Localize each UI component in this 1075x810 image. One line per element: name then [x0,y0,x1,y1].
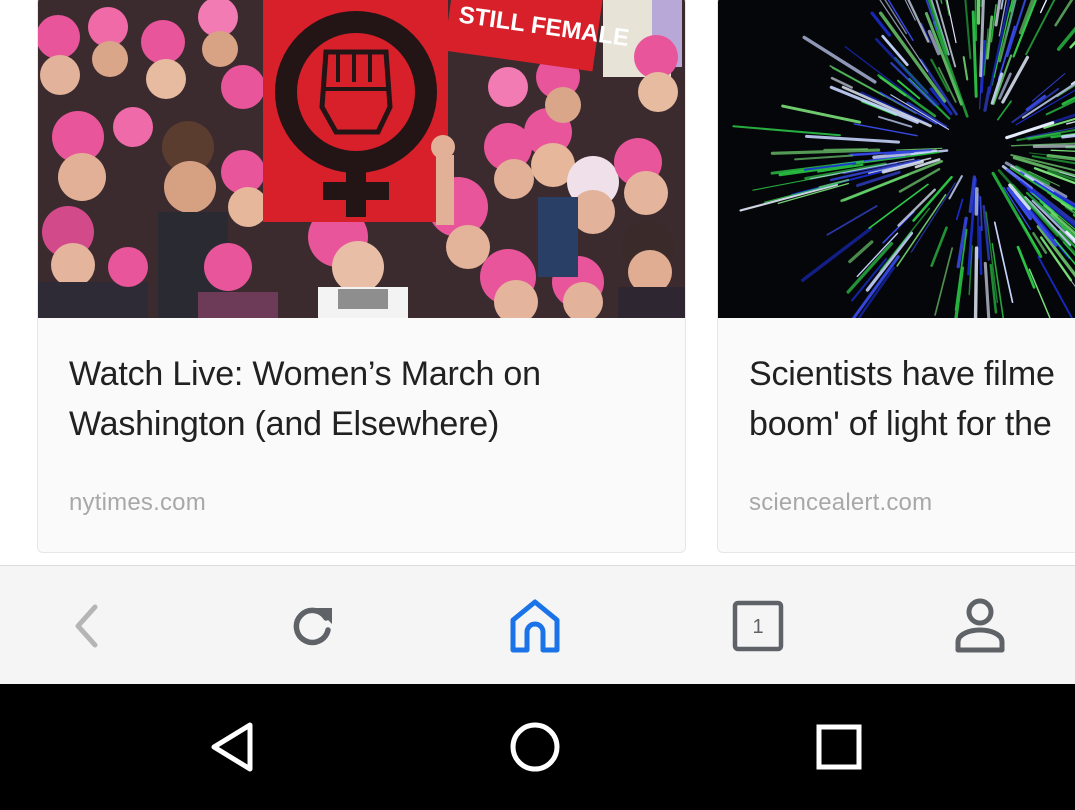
home-button[interactable] [495,586,575,666]
light-streaks-image [718,0,1075,318]
reload-button[interactable] [272,586,352,666]
system-recents-button[interactable] [799,707,879,787]
article-title[interactable]: Scientists have filme boom' of light for… [749,349,1075,449]
home-icon [510,599,560,653]
system-home-button[interactable] [495,707,575,787]
recents-square-icon [816,724,862,770]
reload-icon [293,607,332,646]
bottom-toolbar: 1 [0,565,1075,684]
person-icon [955,598,1005,653]
article-title[interactable]: Watch Live: Women’s March on Washington … [69,349,629,449]
home-circle-icon [510,722,560,772]
article-source: nytimes.com [69,489,206,516]
browser-screen: STILL FEMALE Watch Live: Women’s March o… [0,0,1075,810]
tab-count: 1 [752,615,764,638]
protest-crowd-image: STILL FEMALE [38,0,685,318]
back-button[interactable] [48,586,128,666]
article-feed[interactable]: STILL FEMALE Watch Live: Women’s March o… [0,0,1075,565]
article-card-womens-march[interactable]: STILL FEMALE Watch Live: Women’s March o… [37,0,686,553]
system-navigation-bar [0,684,1075,810]
card-image-light[interactable] [718,0,1075,318]
back-triangle-icon [211,722,253,772]
profile-button[interactable] [940,586,1020,666]
tabs-button[interactable]: 1 [718,586,798,666]
system-back-button[interactable] [193,707,273,787]
light-streak [823,148,869,151]
card-image-protest[interactable]: STILL FEMALE [38,0,685,318]
light-streak [1032,144,1075,149]
light-streak [974,187,979,216]
light-streak [978,225,983,276]
article-source: sciencealert.com [749,489,933,516]
article-card-light-boom[interactable]: Scientists have filme boom' of light for… [717,0,1075,553]
chevron-left-icon [75,604,98,648]
light-streak [973,246,979,318]
